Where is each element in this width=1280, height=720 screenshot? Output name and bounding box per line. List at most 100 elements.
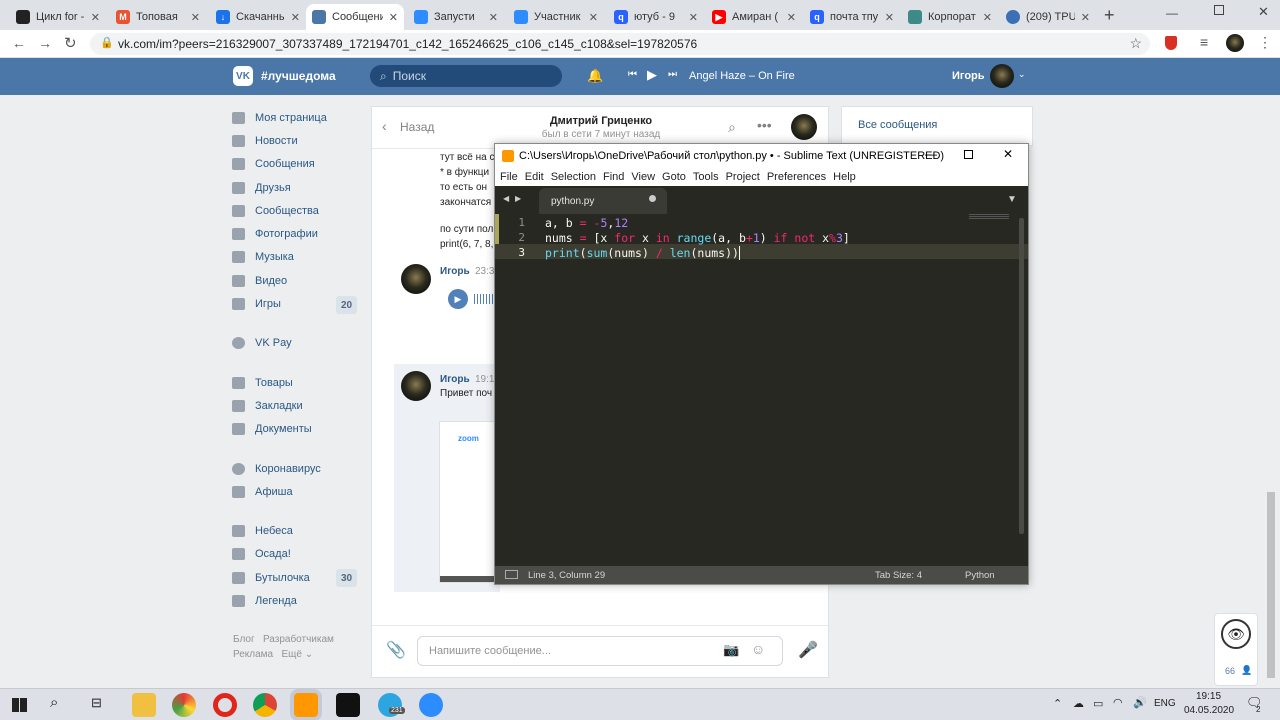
- browser-tab[interactable]: M Топовая ✕: [110, 4, 206, 30]
- code-editor[interactable]: 1 2 3 a, b = -5,12 nums = [x for x in ra…: [495, 214, 1028, 566]
- paperclip-icon[interactable]: 📎: [386, 640, 406, 660]
- minimize-icon[interactable]: —: [1166, 6, 1178, 20]
- browser-tab[interactable]: ▶ Амиран (✕: [706, 4, 802, 30]
- browser-tab[interactable]: Цикл for - ✕: [10, 4, 106, 30]
- browser-tab[interactable]: Запусти ✕: [408, 4, 504, 30]
- menu-item-butylochka[interactable]: Бутылочка: [232, 569, 310, 587]
- panel-toggle-icon[interactable]: [505, 570, 518, 579]
- chrome-icon[interactable]: [253, 693, 277, 717]
- menu-edit[interactable]: Edit: [525, 171, 544, 183]
- microphone-icon[interactable]: 🎤: [798, 640, 818, 660]
- syntax-mode[interactable]: Python: [965, 570, 995, 581]
- zoom-app-icon[interactable]: [419, 693, 443, 717]
- menu-item-coronavirus[interactable]: Коронавирус: [232, 460, 321, 478]
- menu-item-games[interactable]: Игры: [232, 295, 281, 313]
- back-arrow-icon[interactable]: ←: [12, 35, 26, 51]
- play-voice-button[interactable]: ▶: [448, 289, 468, 309]
- maximize-icon[interactable]: [964, 150, 973, 159]
- address-bar[interactable]: 🔒 vk.com/im?peers=216329007_307337489_17…: [90, 33, 1150, 55]
- back-chevron-icon[interactable]: ‹: [382, 118, 387, 134]
- play-icon[interactable]: ▶: [647, 67, 657, 83]
- message-avatar[interactable]: [401, 371, 431, 401]
- close-icon[interactable]: ✕: [291, 11, 300, 24]
- menu-dots-icon[interactable]: ⋮: [1258, 34, 1272, 51]
- all-messages-link[interactable]: Все сообщения: [858, 119, 937, 131]
- browser-tab[interactable]: q почта тпу ✕: [804, 4, 900, 30]
- menu-item-documents[interactable]: Документы: [232, 420, 312, 438]
- menu-file[interactable]: File: [500, 171, 518, 183]
- next-track-icon[interactable]: ⏭: [668, 69, 677, 80]
- message-input[interactable]: Напишите сообщение... 📷 ☺: [417, 636, 783, 666]
- search-input[interactable]: ⌕ Поиск: [370, 65, 562, 87]
- close-window-icon[interactable]: ✕: [1258, 4, 1269, 20]
- online-friends-widget[interactable]: 👁 66 👤: [1214, 613, 1258, 686]
- back-button[interactable]: Назад: [400, 120, 434, 134]
- maximize-icon[interactable]: [1214, 5, 1224, 15]
- unsaved-dot-icon[interactable]: [649, 195, 656, 202]
- language-indicator[interactable]: ENG: [1154, 698, 1176, 709]
- menu-item-my-page[interactable]: Моя страница: [232, 109, 327, 127]
- close-icon[interactable]: ✕: [389, 11, 398, 24]
- chat-partner-name[interactable]: Дмитрий Гриценко: [542, 115, 660, 127]
- camera-icon[interactable]: 📷: [723, 642, 739, 658]
- message-author[interactable]: Игорь: [440, 266, 470, 277]
- footer-ads-link[interactable]: Реклама: [233, 649, 273, 660]
- menu-project[interactable]: Project: [726, 171, 760, 183]
- menu-find[interactable]: Find: [603, 171, 624, 183]
- current-track[interactable]: Angel Haze – On Fire: [689, 70, 795, 82]
- chat-partner-avatar[interactable]: [791, 114, 817, 140]
- menu-item-goods[interactable]: Товары: [232, 374, 293, 392]
- close-icon[interactable]: ✕: [191, 11, 200, 24]
- menu-item-friends[interactable]: Друзья: [232, 179, 291, 197]
- user-name[interactable]: Игорь: [952, 70, 985, 82]
- vk-logo-icon[interactable]: VK: [233, 66, 253, 86]
- minimize-icon[interactable]: —: [925, 147, 937, 161]
- smile-icon[interactable]: ☺: [751, 641, 765, 657]
- screenshot-attachment[interactable]: zoom: [439, 421, 499, 583]
- browser-tab[interactable]: ↓ Скачанны ✕: [210, 4, 306, 30]
- browser-tab-active[interactable]: Сообщени ✕: [306, 4, 404, 30]
- voice-waveform[interactable]: [474, 294, 494, 304]
- tab-dropdown-icon[interactable]: ▼: [1007, 194, 1017, 205]
- clock-time[interactable]: 19:15: [1196, 691, 1221, 702]
- volume-icon[interactable]: 🔊: [1133, 696, 1147, 709]
- user-avatar[interactable]: [990, 64, 1014, 88]
- menu-view[interactable]: View: [631, 171, 655, 183]
- file-explorer-icon[interactable]: [132, 693, 156, 717]
- battery-icon[interactable]: ▭: [1093, 697, 1103, 710]
- close-icon[interactable]: ✕: [91, 11, 100, 24]
- tab-scroll-right-icon[interactable]: ▶: [515, 194, 521, 203]
- prev-track-icon[interactable]: ⏮: [628, 69, 637, 80]
- close-icon[interactable]: ✕: [885, 11, 894, 24]
- menu-item-nebesa[interactable]: Небеса: [232, 522, 293, 540]
- close-icon[interactable]: ✕: [983, 11, 992, 24]
- footer-blog-link[interactable]: Блог: [233, 634, 255, 645]
- new-tab-button[interactable]: +: [1104, 5, 1115, 26]
- browser-tab[interactable]: Участник ✕: [508, 4, 604, 30]
- chevron-up-icon[interactable]: ⌃: [1053, 697, 1062, 710]
- menu-item-legenda[interactable]: Легенда: [232, 592, 297, 610]
- file-tab[interactable]: python.py: [539, 188, 667, 214]
- reload-icon[interactable]: ↻: [64, 34, 77, 52]
- vk-brand[interactable]: #лучшедома: [261, 69, 336, 83]
- footer-dev-link[interactable]: Разработчикам: [263, 634, 334, 645]
- bell-icon[interactable]: 🔔: [587, 68, 603, 84]
- wifi-icon[interactable]: ◠: [1113, 696, 1123, 709]
- opera-icon[interactable]: [213, 693, 237, 717]
- menu-item-music[interactable]: Музыка: [232, 248, 294, 266]
- browser-tab[interactable]: Корпорат ✕: [902, 4, 998, 30]
- minimap[interactable]: [969, 214, 1009, 219]
- close-icon[interactable]: ✕: [689, 11, 698, 24]
- close-icon[interactable]: ✕: [489, 11, 498, 24]
- menu-item-osada[interactable]: Осада!: [232, 545, 291, 563]
- star-icon[interactable]: ☆: [1129, 35, 1142, 52]
- message-author[interactable]: Игорь: [440, 374, 470, 385]
- menu-item-groups[interactable]: Сообщества: [232, 202, 319, 220]
- menu-item-news[interactable]: Новости: [232, 132, 298, 150]
- friend-avatar[interactable]: 👁: [1221, 619, 1251, 649]
- menu-item-photos[interactable]: Фотографии: [232, 225, 318, 243]
- menu-item-video[interactable]: Видео: [232, 272, 287, 290]
- menu-goto[interactable]: Goto: [662, 171, 686, 183]
- browser-app-icon[interactable]: [172, 693, 196, 717]
- browser-tab[interactable]: (209) TPU ✕: [1000, 4, 1096, 30]
